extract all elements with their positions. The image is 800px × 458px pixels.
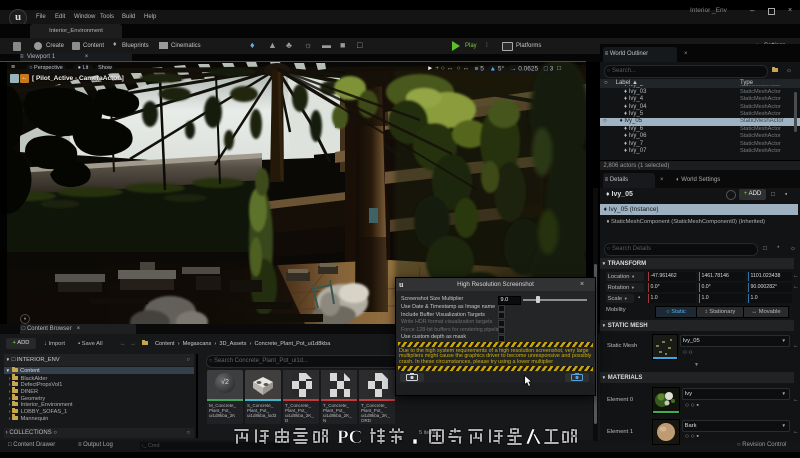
svg-text:PC: PC <box>337 427 362 448</box>
